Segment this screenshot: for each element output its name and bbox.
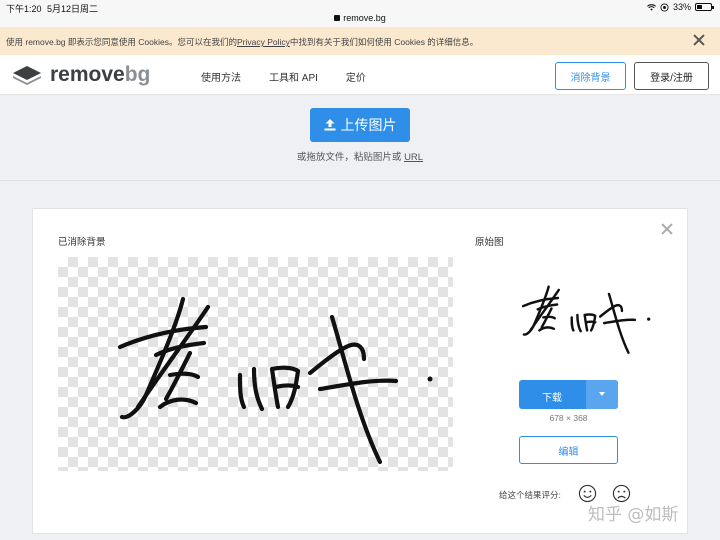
privacy-policy-link[interactable]: Privacy Policy — [237, 37, 290, 47]
upload-image-button[interactable]: 上传图片 — [310, 108, 410, 142]
cookie-banner: 使用 remove.bg 即表示您同意使用 Cookies。您可以在我们的Pri… — [0, 27, 720, 55]
lock-icon — [334, 15, 341, 21]
watermark: 知乎 @如斯 — [588, 505, 679, 525]
nav-link-how-to[interactable]: 使用方法 — [201, 69, 241, 84]
logo-icon — [13, 66, 41, 85]
upload-button-label: 上传图片 — [340, 117, 397, 133]
remove-background-button[interactable]: 消除背景 — [555, 62, 626, 90]
nav-links: 使用方法 工具和 API 定价 — [201, 69, 366, 84]
download-button[interactable]: 下载 — [519, 380, 618, 409]
nav-link-tools-api[interactable]: 工具和 API — [269, 69, 318, 84]
wifi-icon — [647, 3, 656, 11]
nav-link-pricing[interactable]: 定价 — [346, 69, 366, 84]
upload-hint: 或拖放文件，粘贴图片或 URL — [296, 152, 424, 163]
edit-button[interactable]: 编辑 — [519, 436, 618, 464]
address-bar[interactable]: remove.bg — [0, 13, 720, 23]
signature-original-image — [521, 285, 651, 354]
image-dimensions: 678 × 368 — [549, 413, 588, 423]
chevron-down-icon[interactable] — [587, 380, 618, 409]
status-bar: 下午1:20 5月12日周二 remove.bg 33% — [0, 0, 720, 27]
upload-icon — [324, 119, 335, 131]
close-result-icon[interactable] — [661, 223, 673, 235]
signature-result-image — [117, 296, 433, 465]
logo[interactable]: removebg — [12, 63, 150, 87]
navbar: removebg 使用方法 工具和 API 定价 消除背景 登录/注册 — [0, 55, 720, 95]
status-indicators: 33% — [647, 2, 714, 12]
removed-background-label: 已消除背景 — [58, 237, 106, 248]
address-url: remove.bg — [343, 13, 386, 23]
logo-text: removebg — [50, 63, 151, 86]
battery-percent: 33% — [672, 2, 691, 12]
download-label: 下载 — [542, 393, 562, 404]
url-link[interactable]: URL — [404, 152, 423, 163]
battery-icon — [695, 3, 714, 11]
location-icon — [660, 2, 669, 12]
rate-result-label: 给这个结果评分: — [499, 490, 561, 500]
divider — [0, 180, 720, 181]
cookie-text: 使用 remove.bg 即表示您同意使用 Cookies。您可以在我们的Pri… — [6, 37, 479, 47]
close-icon[interactable] — [692, 33, 706, 47]
original-image-label: 原始图 — [475, 237, 504, 248]
login-button[interactable]: 登录/注册 — [634, 62, 709, 90]
